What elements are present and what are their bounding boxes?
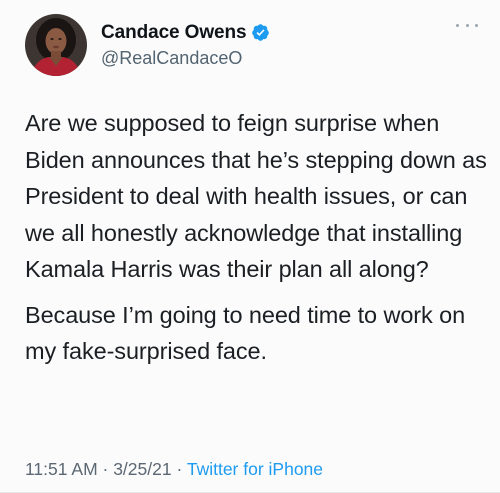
display-name[interactable]: Candace Owens	[101, 22, 247, 44]
avatar[interactable]	[25, 14, 87, 76]
tweet-metadata: 11:51 AM · 3/25/21 · Twitter for iPhone	[25, 459, 323, 480]
meta-separator: ·	[171, 459, 187, 479]
tweet-card: Candace Owens @RealCandaceO Are we suppo…	[0, 0, 500, 493]
more-dot	[465, 23, 469, 27]
more-options-icon[interactable]	[456, 20, 478, 30]
tweet-header: Candace Owens @RealCandaceO	[25, 14, 270, 76]
author-names: Candace Owens @RealCandaceO	[101, 22, 270, 69]
tweet-paragraph-2: Because I’m going to need time to work o…	[25, 301, 466, 365]
tweet-text: Are we supposed to feign surprise when B…	[25, 105, 493, 370]
tweet-source-link[interactable]: Twitter for iPhone	[187, 459, 323, 479]
verified-badge-icon	[251, 23, 270, 42]
more-dot	[456, 23, 459, 27]
author-handle[interactable]: @RealCandaceO	[101, 48, 270, 69]
more-dot	[475, 23, 478, 27]
meta-separator: ·	[97, 459, 114, 479]
name-row: Candace Owens	[101, 22, 270, 44]
tweet-date[interactable]: 3/25/21	[113, 459, 171, 479]
tweet-time[interactable]: 11:51 AM	[25, 459, 98, 479]
tweet-paragraph-1: Are we supposed to feign surprise when B…	[25, 110, 487, 282]
avatar-image	[25, 14, 87, 76]
